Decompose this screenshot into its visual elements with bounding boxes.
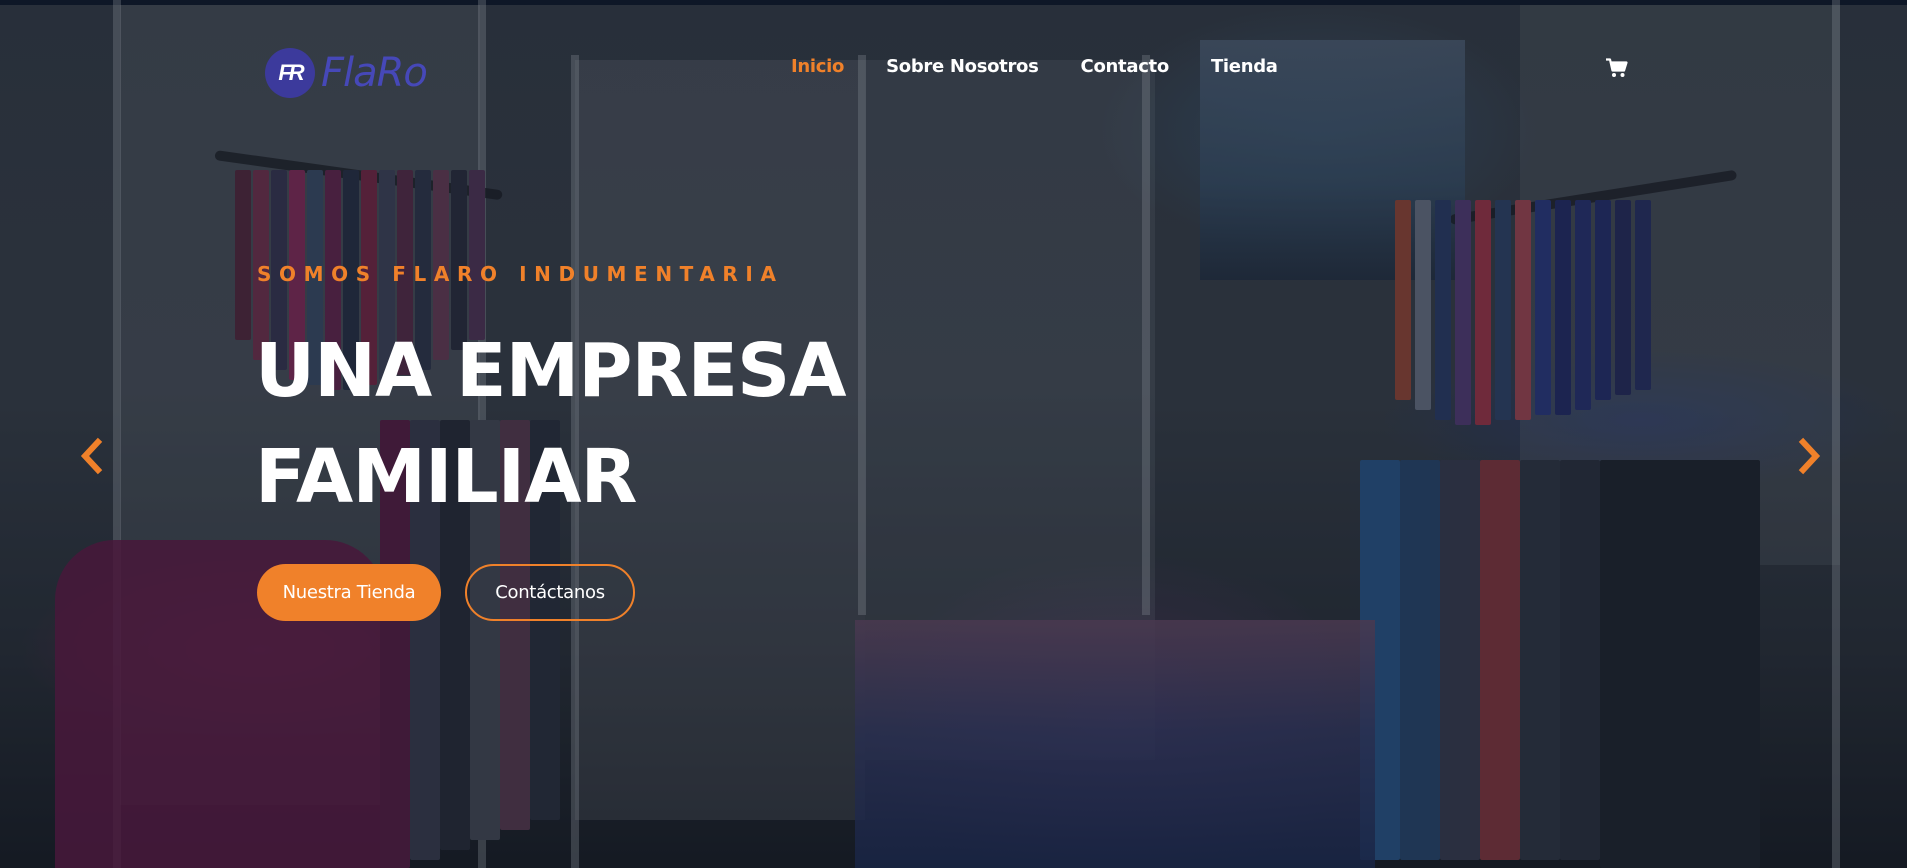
contact-button[interactable]: Contáctanos: [465, 564, 635, 621]
logo-text: FlaRo: [321, 50, 428, 96]
main-nav: Inicio Sobre Nosotros Contacto Tienda: [791, 56, 1278, 77]
nav-item-contacto[interactable]: Contacto: [1081, 56, 1170, 77]
nav-item-tienda[interactable]: Tienda: [1211, 56, 1278, 77]
hero-headline: UNA EMPRESA FAMILIAR: [255, 318, 975, 530]
brand-logo[interactable]: FR FlaRo: [265, 48, 428, 98]
hero-carousel: FR FlaRo Inicio Sobre Nosotros Contacto …: [0, 0, 1907, 868]
shopping-cart-icon[interactable]: [1606, 58, 1628, 78]
chevron-right-icon[interactable]: [1797, 436, 1823, 476]
chevron-left-icon[interactable]: [78, 436, 104, 476]
nav-item-inicio[interactable]: Inicio: [791, 56, 844, 77]
logo-mark: FR: [265, 48, 315, 98]
hero-headline-line2: FAMILIAR: [255, 434, 637, 520]
hero-headline-line1: UNA EMPRESA: [255, 328, 847, 414]
hero-eyebrow: SOMOS FLARO INDUMENTARIA: [257, 262, 784, 286]
nav-item-sobre-nosotros[interactable]: Sobre Nosotros: [886, 56, 1039, 77]
shop-button[interactable]: Nuestra Tienda: [257, 564, 441, 621]
